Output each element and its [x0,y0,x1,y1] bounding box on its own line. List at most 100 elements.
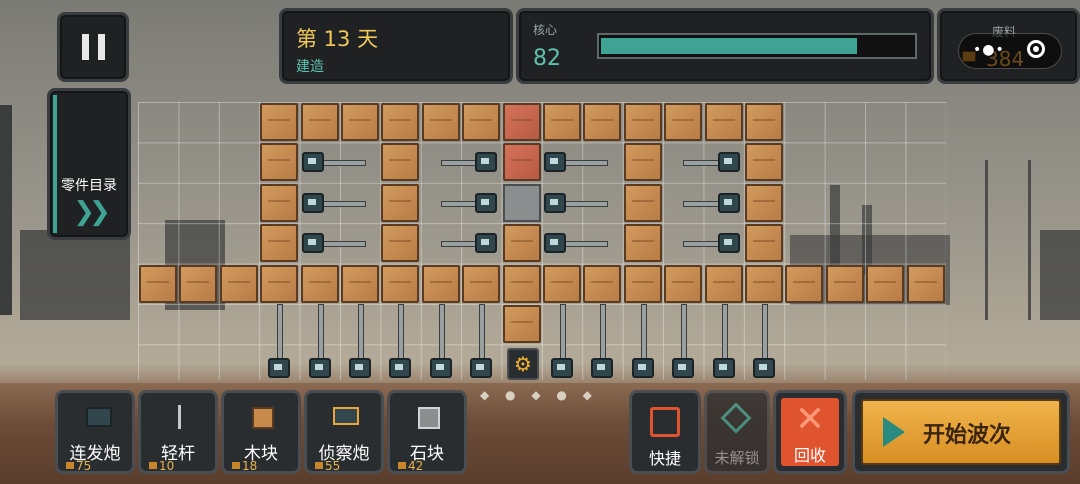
light-rod[interactable] [319,160,367,167]
wood-block[interactable] [543,103,581,141]
wood-block[interactable] [260,183,299,222]
wood-block[interactable] [704,264,743,303]
light-rod[interactable] [479,304,486,361]
wood-block[interactable] [745,103,783,141]
wood-block[interactable] [623,143,662,182]
light-rod[interactable] [562,160,609,167]
wood-block[interactable] [381,103,420,141]
rapid-cannon-turret[interactable] [475,233,498,254]
rapid-cannon-turret[interactable] [672,358,695,379]
damaged-wood-block[interactable] [502,103,541,141]
wood-block[interactable] [421,103,460,141]
wood-block[interactable] [260,103,299,141]
part-stone-block[interactable]: 石块 42 [387,390,467,474]
wood-block[interactable] [704,103,743,141]
part-wood-block[interactable]: 木块 18 [221,390,301,474]
wood-block[interactable] [139,264,177,303]
wood-block[interactable] [906,264,945,303]
light-rod[interactable] [721,304,728,361]
rapid-cannon-turret[interactable] [475,192,498,213]
record-icon[interactable] [1027,40,1045,58]
wood-block[interactable] [502,224,541,263]
wood-block[interactable] [866,264,905,303]
pause-button[interactable] [57,12,129,82]
wood-block[interactable] [462,264,501,303]
rapid-cannon-turret[interactable] [301,192,324,213]
rapid-cannon-turret[interactable] [389,358,412,379]
stone-block[interactable] [502,183,541,222]
wood-block[interactable] [381,183,420,222]
light-rod[interactable] [358,304,364,361]
wood-block[interactable] [381,224,420,263]
rapid-cannon-turret[interactable] [308,358,331,379]
wood-block[interactable] [583,264,622,303]
light-rod[interactable] [640,304,647,361]
rapid-cannon-turret[interactable] [717,233,740,254]
parts-catalog-button[interactable]: 零件目录 ❯❯ [47,88,131,240]
rapid-cannon-turret[interactable] [301,152,324,173]
light-rod[interactable] [319,200,367,207]
rapid-cannon-turret[interactable] [429,358,452,379]
wood-block[interactable] [502,305,541,343]
rapid-cannon-turret[interactable] [717,192,740,213]
wood-block[interactable] [664,264,703,303]
light-rod[interactable] [762,304,768,361]
wood-block[interactable] [664,103,703,141]
light-rod[interactable] [560,304,566,361]
rapid-cannon-turret[interactable] [551,358,573,379]
light-rod[interactable] [562,241,609,248]
wood-block[interactable] [745,224,783,263]
light-rod[interactable] [562,200,609,207]
wood-block[interactable] [179,264,218,303]
light-rod[interactable] [317,304,324,361]
wood-block[interactable] [421,264,460,303]
damaged-wood-block[interactable] [502,143,541,182]
rapid-cannon-turret[interactable] [301,233,324,254]
quick-button[interactable]: 快捷 [629,390,701,474]
wood-block[interactable] [623,103,662,141]
light-rod[interactable] [681,304,688,361]
rapid-cannon-turret[interactable] [631,358,654,379]
wood-block[interactable] [381,143,420,182]
rapid-cannon-turret[interactable] [753,358,775,379]
wood-block[interactable] [502,264,541,303]
rapid-cannon-turret[interactable] [349,358,371,379]
wood-block[interactable] [300,264,339,303]
rapid-cannon-turret[interactable] [544,152,566,173]
rapid-cannon-turret[interactable] [712,358,735,379]
rapid-cannon-turret[interactable] [544,192,566,213]
wood-block[interactable] [825,264,864,303]
core-gear-icon[interactable]: ⚙ [507,348,539,380]
light-rod[interactable] [600,304,607,361]
rapid-cannon-turret[interactable] [268,358,291,379]
wood-block[interactable] [583,103,622,141]
more-icon[interactable]: •●• [973,42,1005,58]
wood-block[interactable] [260,264,299,303]
light-rod[interactable] [319,241,367,248]
part-scout-cannon[interactable]: 侦察炮 55 [304,390,384,474]
rapid-cannon-turret[interactable] [470,358,493,379]
wood-block[interactable] [462,103,501,141]
wood-block[interactable] [745,183,783,222]
wood-block[interactable] [745,264,783,303]
wood-block[interactable] [623,183,662,222]
wood-block[interactable] [219,264,258,303]
rapid-cannon-turret[interactable] [544,233,566,254]
rapid-cannon-turret[interactable] [591,358,614,379]
wood-block[interactable] [745,143,783,182]
wood-block[interactable] [341,264,379,303]
light-rod[interactable] [277,304,284,361]
wood-block[interactable] [381,264,420,303]
wood-block[interactable] [623,224,662,263]
light-rod[interactable] [398,304,405,361]
part-light-rod[interactable]: 轻杆 10 [138,390,218,474]
wood-block[interactable] [543,264,581,303]
wood-block[interactable] [785,264,824,303]
part-rapid-cannon[interactable]: 连发炮 75 [55,390,135,474]
recycle-button[interactable]: ✕ 回收 [773,390,847,474]
start-wave-button[interactable]: 开始波次 [852,390,1070,474]
wood-block[interactable] [260,224,299,263]
wood-block[interactable] [341,103,379,141]
rapid-cannon-turret[interactable] [717,152,740,173]
rapid-cannon-turret[interactable] [475,152,498,173]
